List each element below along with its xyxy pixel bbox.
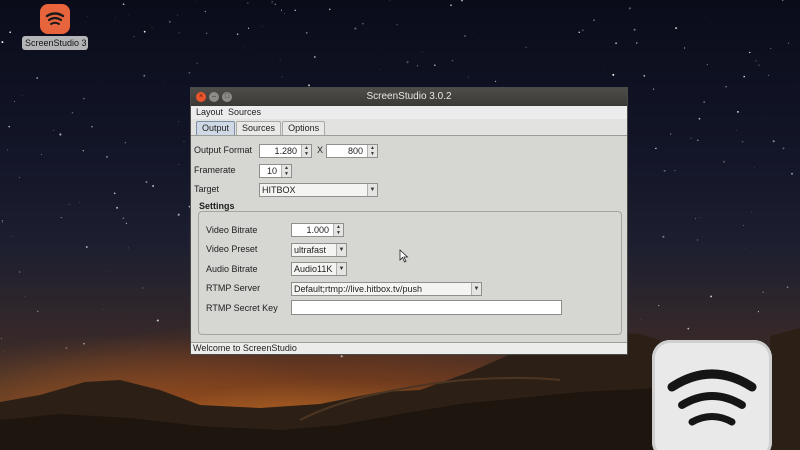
spinner-arrows-icon[interactable]: ▲ ▼ <box>333 224 343 236</box>
video-bitrate-label: Video Bitrate <box>206 225 258 235</box>
rtmp-server-select[interactable]: Default;rtmp://live.hitbox.tv/push ▼ <box>291 282 482 296</box>
output-height-spinner[interactable]: 800 ▲ ▼ <box>326 144 378 158</box>
output-by-label: X <box>317 145 324 155</box>
framerate-value: 10 <box>266 166 277 176</box>
video-preset-label: Video Preset <box>206 244 258 254</box>
desktop-icon-screenstudio[interactable]: ScreenStudio 3 <box>22 2 88 50</box>
screenstudio-logo-icon <box>40 4 70 34</box>
menu-bar: Layout Sources <box>191 106 627 119</box>
screenstudio-large-logo-icon <box>652 340 772 450</box>
chevron-down-icon[interactable]: ▼ <box>471 283 481 295</box>
maximize-icon[interactable]: □ <box>222 92 232 102</box>
framerate-label: Framerate <box>194 165 236 175</box>
mouse-pointer-icon <box>399 249 409 263</box>
spinner-arrows-icon[interactable]: ▲ ▼ <box>281 165 291 177</box>
video-preset-select[interactable]: ultrafast ▼ <box>291 243 347 257</box>
settings-group <box>198 211 622 335</box>
rtmp-key-label: RTMP Secret Key <box>206 303 278 313</box>
video-preset-value: ultrafast <box>294 245 327 255</box>
chevron-down-icon[interactable]: ▼ <box>336 263 346 275</box>
status-text: Welcome to ScreenStudio <box>193 343 297 353</box>
menu-layout[interactable]: Layout <box>196 106 223 119</box>
video-bitrate-spinner[interactable]: 1.000 ▲ ▼ <box>291 223 344 237</box>
close-icon[interactable]: × <box>196 92 206 102</box>
tab-bar: Output Sources Options <box>191 119 627 136</box>
rtmp-key-input[interactable] <box>291 300 562 315</box>
target-value: HITBOX <box>262 185 296 195</box>
output-height-value: 800 <box>347 146 363 156</box>
screenstudio-window: × – □ ScreenStudio 3.0.2 Layout Sources … <box>190 87 628 355</box>
tab-sources[interactable]: Sources <box>236 121 282 135</box>
menu-sources[interactable]: Sources <box>228 106 261 119</box>
rtmp-server-value: Default;rtmp://live.hitbox.tv/push <box>294 284 423 294</box>
target-select[interactable]: HITBOX ▼ <box>259 183 378 197</box>
status-bar: Welcome to ScreenStudio <box>191 342 627 354</box>
desktop-icon-label: ScreenStudio 3 <box>22 36 88 50</box>
spinner-arrows-icon[interactable]: ▲ ▼ <box>301 145 311 157</box>
chevron-down-icon[interactable]: ▼ <box>336 244 346 256</box>
window-title: ScreenStudio 3.0.2 <box>366 91 452 102</box>
tab-options[interactable]: Options <box>282 121 326 135</box>
output-width-value: 1.280 <box>274 146 297 156</box>
chevron-down-icon[interactable]: ▼ <box>367 184 377 196</box>
spinner-arrows-icon[interactable]: ▲ ▼ <box>367 145 377 157</box>
target-label: Target <box>194 184 220 194</box>
output-format-label: Output Format <box>194 145 253 155</box>
audio-bitrate-value: Audio11K <box>294 264 333 274</box>
audio-bitrate-select[interactable]: Audio11K ▼ <box>291 262 347 276</box>
settings-title: Settings <box>199 201 235 211</box>
rtmp-server-label: RTMP Server <box>206 283 261 293</box>
output-width-spinner[interactable]: 1.280 ▲ ▼ <box>259 144 312 158</box>
minimize-icon[interactable]: – <box>209 92 219 102</box>
framerate-spinner[interactable]: 10 ▲ ▼ <box>259 164 292 178</box>
window-titlebar[interactable]: × – □ ScreenStudio 3.0.2 <box>191 88 627 106</box>
tab-output[interactable]: Output <box>196 121 236 135</box>
video-bitrate-value: 1.000 <box>306 225 329 235</box>
audio-bitrate-label: Audio Bitrate <box>206 264 258 274</box>
